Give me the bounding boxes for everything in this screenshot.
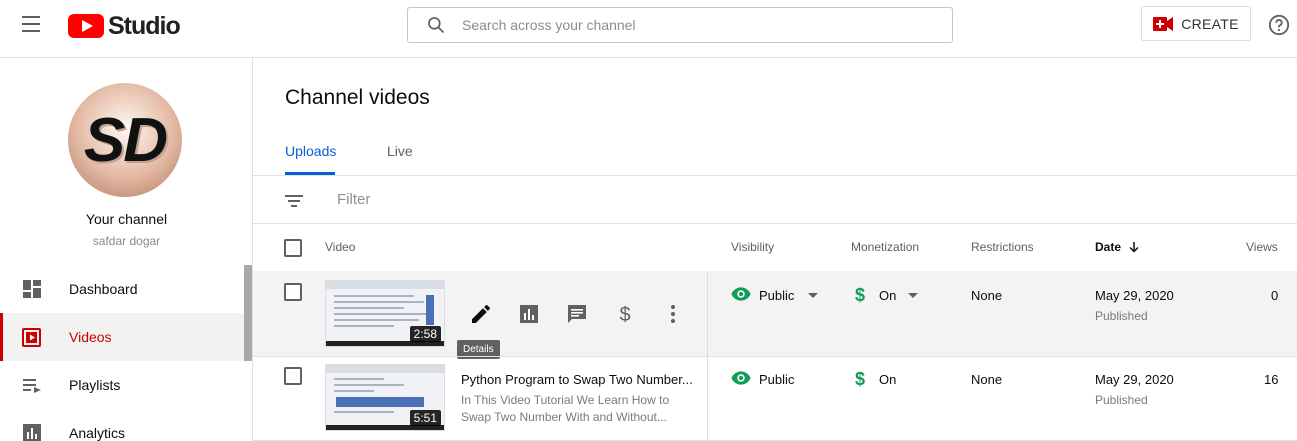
monetization-value[interactable]: On (879, 288, 896, 303)
filter-input[interactable]: Filter (337, 191, 370, 208)
create-video-icon (1153, 16, 1174, 31)
visibility-dropdown-icon[interactable] (808, 293, 818, 298)
logo-text: Studio (108, 11, 181, 40)
create-label: CREATE (1181, 15, 1239, 32)
divider (253, 223, 1297, 224)
avatar-initials: SD (83, 105, 168, 175)
dollar-monetization-icon: $ (855, 369, 865, 387)
monetization-dropdown-icon[interactable] (908, 293, 918, 298)
column-header-visibility[interactable]: Visibility (731, 240, 774, 254)
row-checkbox[interactable] (284, 367, 302, 385)
eye-public-icon (731, 371, 751, 385)
sidebar-item-analytics[interactable]: Analytics (0, 409, 244, 441)
column-header-restrictions[interactable]: Restrictions (971, 240, 1034, 254)
visibility-value[interactable]: Public (759, 288, 794, 303)
your-channel-label: Your channel (85, 211, 168, 227)
page-title: Channel videos (285, 86, 430, 109)
dollar-monetization-icon: $ (855, 285, 865, 303)
tab-uploads[interactable]: Uploads (285, 143, 336, 159)
sidebar: SD Your channel safdar dogar Dashboard V… (0, 58, 253, 441)
date-value: May 29, 2020 (1095, 288, 1174, 303)
svg-text:$: $ (619, 304, 630, 326)
search-icon (428, 17, 445, 34)
sidebar-scrollbar[interactable] (244, 265, 252, 361)
sidebar-item-label: Playlists (69, 377, 121, 393)
sidebar-item-label: Dashboard (69, 281, 138, 297)
views-value: 0 (1271, 288, 1279, 303)
tab-live[interactable]: Live (387, 143, 413, 159)
monetization-value[interactable]: On (879, 372, 896, 387)
sidebar-item-dashboard[interactable]: Dashboard (0, 265, 244, 313)
date-value: May 29, 2020 (1095, 372, 1174, 387)
main-content: Channel videos Uploads Live Filter Video… (253, 58, 1297, 441)
sort-descending-icon (1129, 242, 1139, 253)
youtube-logo-icon (68, 14, 104, 38)
analytics-icon (23, 424, 41, 441)
studio-logo[interactable]: Studio (68, 11, 181, 40)
filter-icon[interactable] (284, 193, 304, 209)
create-button[interactable]: CREATE (1141, 6, 1251, 41)
sidebar-item-playlists[interactable]: Playlists (0, 361, 244, 409)
views-value: 16 (1264, 372, 1279, 387)
more-options-icon[interactable] (661, 302, 685, 326)
help-icon[interactable] (1268, 14, 1290, 36)
column-header-video: Video (325, 240, 356, 254)
sidebar-item-videos[interactable]: Videos (0, 313, 244, 361)
visibility-value[interactable]: Public (759, 372, 794, 387)
playlists-icon (23, 379, 41, 393)
search-box[interactable] (407, 7, 953, 43)
date-header-label: Date (1095, 240, 1122, 254)
eye-public-icon (731, 287, 751, 301)
select-all-checkbox[interactable] (284, 239, 302, 257)
divider (253, 175, 1297, 176)
column-divider (707, 271, 708, 441)
date-status: Published (1095, 393, 1148, 407)
divider (253, 356, 1297, 357)
channel-avatar[interactable]: SD (68, 83, 182, 197)
date-status: Published (1095, 309, 1148, 323)
videos-icon (22, 328, 41, 347)
channel-name: safdar dogar (92, 234, 161, 248)
analytics-icon[interactable] (517, 302, 541, 326)
dollar-monetization-icon[interactable]: $ (613, 302, 637, 326)
video-description: In This Video Tutorial We Learn How to S… (461, 393, 670, 424)
video-title[interactable]: Python Program to Swap Two Number... (461, 372, 696, 387)
dashboard-icon (23, 280, 41, 298)
comments-icon[interactable] (565, 302, 589, 326)
edit-pencil-icon[interactable] (469, 302, 493, 326)
sidebar-item-label: Analytics (69, 425, 126, 441)
row-checkbox[interactable] (284, 283, 302, 301)
video-thumbnail[interactable]: 5:51 (325, 364, 445, 431)
video-duration: 5:51 (409, 410, 441, 426)
search-input[interactable] (462, 17, 922, 33)
hamburger-menu-icon[interactable] (22, 16, 44, 34)
svg-text:$: $ (855, 285, 865, 303)
column-header-views[interactable]: Views (1246, 240, 1278, 254)
restrictions-value: None (971, 372, 1003, 387)
column-header-monetization[interactable]: Monetization (851, 240, 919, 254)
sidebar-item-label: Videos (69, 329, 112, 345)
video-duration: 2:58 (409, 326, 441, 342)
restrictions-value: None (971, 288, 1003, 303)
svg-text:$: $ (855, 369, 865, 387)
column-header-date[interactable]: Date (1095, 240, 1140, 254)
top-bar: Studio CREATE (0, 0, 1297, 58)
video-thumbnail[interactable]: 2:58 (325, 280, 445, 347)
